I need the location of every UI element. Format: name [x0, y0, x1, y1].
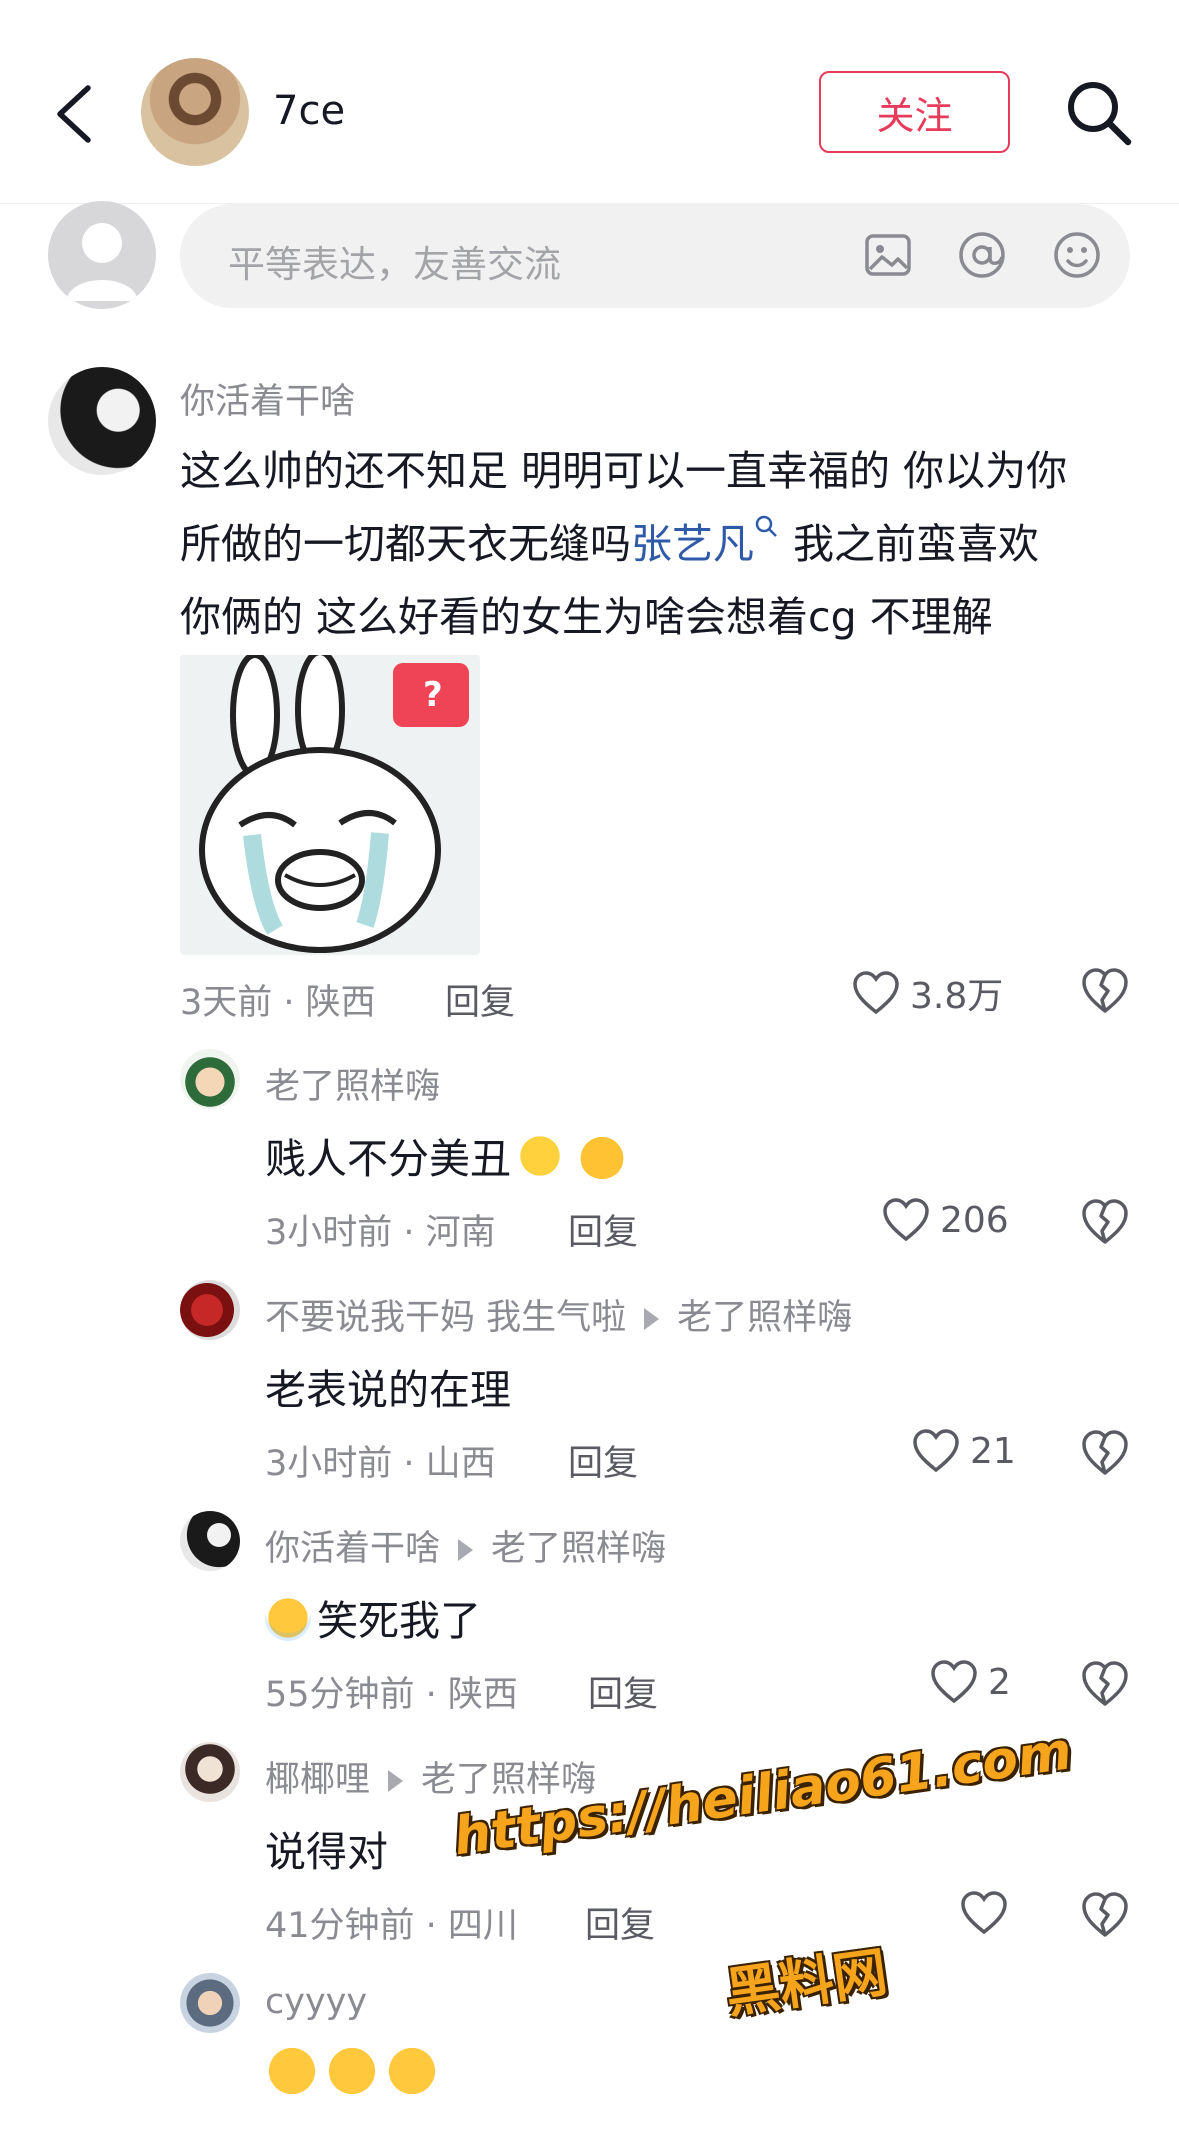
comment-meta: 3天前 · 陕西: [180, 983, 376, 1023]
sticker-image[interactable]: ?: [180, 655, 480, 955]
dislike-icon[interactable]: [1080, 1891, 1130, 1939]
reply-button[interactable]: 回复: [568, 1204, 638, 1255]
reply-username[interactable]: 椰椰哩: [265, 1760, 370, 1800]
comment-text-line: 这么帅的还不知足 明明可以一直幸福的 你以为你: [180, 447, 1068, 495]
reply-to-username[interactable]: 老了照样嗨: [491, 1529, 666, 1569]
crying-laugh-emoji: [265, 2044, 319, 2098]
like-button[interactable]: 2: [930, 1660, 1011, 1704]
watermark-url: https://heiliao61.com: [450, 1721, 1076, 1868]
author-name[interactable]: 7ce: [273, 88, 345, 134]
dislike-icon[interactable]: [1080, 967, 1130, 1015]
reply-avatar[interactable]: [180, 1742, 240, 1802]
reply-username[interactable]: 不要说我干妈 我生气啦: [265, 1298, 626, 1338]
author-avatar[interactable]: [141, 58, 249, 166]
search-link[interactable]: 张艺凡: [631, 520, 754, 568]
reply-text: [265, 2044, 439, 2102]
comment-text-line: 所做的一切都天衣无缝吗张艺凡 我之前蛮喜欢: [180, 510, 1039, 570]
reply-text: 说得对: [265, 1828, 388, 1876]
at-icon[interactable]: [956, 229, 1008, 281]
reply-to-arrow-icon: [388, 1770, 404, 1792]
crying-laugh-emoji: [265, 1595, 311, 1641]
reply-button[interactable]: 回复: [568, 1435, 638, 1486]
dislike-icon[interactable]: [1080, 1429, 1130, 1477]
reply-username[interactable]: cyyyy: [265, 1982, 367, 2022]
image-icon[interactable]: [862, 229, 914, 281]
heart-icon: [883, 1198, 929, 1242]
reply-meta: 41分钟前 · 四川: [265, 1906, 518, 1946]
reply-to-arrow-icon: [644, 1308, 660, 1330]
crying-laugh-emoji: [325, 2044, 379, 2098]
reply-button[interactable]: 回复: [588, 1666, 658, 1717]
reply-avatar[interactable]: [180, 1973, 240, 2033]
like-count: 3.8万: [910, 976, 1004, 1017]
crying-laugh-emoji: [385, 2044, 439, 2098]
my-avatar: [48, 201, 156, 309]
reply-meta: 55分钟前 · 陕西: [265, 1675, 518, 1715]
reply-avatar[interactable]: [180, 1280, 240, 1340]
reply-avatar[interactable]: [180, 1511, 240, 1571]
reply-username-line: 不要说我干妈 我生气啦 老了照样嗨: [265, 1289, 852, 1340]
heart-icon: [931, 1660, 977, 1704]
sticker-badge: ?: [423, 675, 443, 715]
like-button[interactable]: 3.8万: [852, 967, 1003, 1019]
heart-icon: [961, 1891, 1007, 1935]
finger-heart-emoji: [517, 1133, 563, 1179]
reply-text: 笑死我了: [265, 1587, 481, 1647]
comment-text-line: 你俩的 这么好看的女生为啥会想着cg 不理解: [180, 593, 993, 641]
comment-input-placeholder: 平等表达，友善交流: [228, 243, 561, 286]
comment-username[interactable]: 你活着干啥: [180, 373, 355, 424]
reply-meta: 3小时前 · 山西: [265, 1444, 496, 1484]
follow-button[interactable]: 关注: [819, 71, 1010, 153]
default-user-icon: [66, 223, 138, 301]
reply-username-line: 你活着干啥 老了照样嗨: [265, 1520, 666, 1571]
heart-icon: [913, 1429, 959, 1473]
like-count: 21: [970, 1430, 1016, 1472]
search-mini-icon[interactable]: [754, 514, 780, 540]
dislike-icon[interactable]: [1080, 1198, 1130, 1246]
reply-text: 老表说的在理: [265, 1366, 511, 1414]
reply-meta: 3小时前 · 河南: [265, 1213, 496, 1253]
reply-button[interactable]: 回复: [585, 1897, 655, 1948]
like-button[interactable]: [960, 1891, 1018, 1935]
reply-username[interactable]: 你活着干啥: [265, 1529, 440, 1569]
reply-avatar[interactable]: [180, 1049, 240, 1109]
comment-avatar[interactable]: [48, 367, 156, 475]
like-button[interactable]: 206: [882, 1198, 1009, 1242]
emoji-icon[interactable]: [1051, 229, 1103, 281]
reply-to-username[interactable]: 老了照样嗨: [677, 1298, 852, 1338]
thumbs-up-emoji: [579, 1133, 625, 1179]
watermark-name: 黑料网: [721, 1940, 892, 2026]
top-bar: 7ce 关注: [0, 0, 1179, 204]
reply-text: 贱人不分美丑: [265, 1125, 625, 1185]
heart-icon: [853, 971, 899, 1015]
like-button[interactable]: 21: [912, 1429, 1016, 1473]
back-icon[interactable]: [48, 82, 108, 146]
reply-button[interactable]: 回复: [445, 974, 515, 1025]
reply-username[interactable]: 老了照样嗨: [265, 1058, 440, 1109]
dislike-icon[interactable]: [1080, 1660, 1130, 1708]
search-icon[interactable]: [1064, 78, 1134, 148]
comment-input[interactable]: 平等表达，友善交流: [180, 204, 1130, 308]
like-count: 2: [988, 1661, 1011, 1703]
like-count: 206: [940, 1199, 1009, 1241]
reply-to-arrow-icon: [458, 1539, 474, 1561]
